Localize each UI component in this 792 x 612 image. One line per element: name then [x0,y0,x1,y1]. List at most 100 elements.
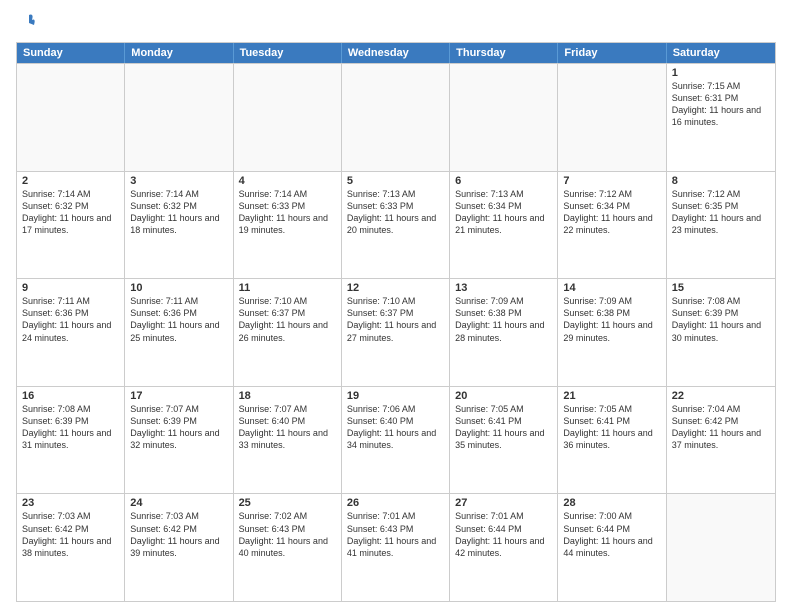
day-number: 4 [239,175,336,187]
day-info: Sunrise: 7:08 AM Sunset: 6:39 PM Dayligh… [672,295,770,344]
day-number: 24 [130,497,227,509]
logo-icon [18,12,40,34]
day-info: Sunrise: 7:15 AM Sunset: 6:31 PM Dayligh… [672,80,770,129]
day-number: 9 [22,282,119,294]
day-number: 28 [563,497,660,509]
day-cell-6: 6Sunrise: 7:13 AM Sunset: 6:34 PM Daylig… [450,172,558,279]
day-number: 23 [22,497,119,509]
day-number: 27 [455,497,552,509]
day-number: 14 [563,282,660,294]
day-cell-9: 9Sunrise: 7:11 AM Sunset: 6:36 PM Daylig… [17,279,125,386]
week-row-3: 9Sunrise: 7:11 AM Sunset: 6:36 PM Daylig… [17,278,775,386]
day-info: Sunrise: 7:13 AM Sunset: 6:33 PM Dayligh… [347,188,444,237]
day-info: Sunrise: 7:11 AM Sunset: 6:36 PM Dayligh… [130,295,227,344]
day-info: Sunrise: 7:00 AM Sunset: 6:44 PM Dayligh… [563,510,660,559]
day-number: 8 [672,175,770,187]
day-cell-23: 23Sunrise: 7:03 AM Sunset: 6:42 PM Dayli… [17,494,125,601]
day-of-week-thursday: Thursday [450,43,558,63]
day-info: Sunrise: 7:07 AM Sunset: 6:39 PM Dayligh… [130,403,227,452]
day-cell-17: 17Sunrise: 7:07 AM Sunset: 6:39 PM Dayli… [125,387,233,494]
day-info: Sunrise: 7:10 AM Sunset: 6:37 PM Dayligh… [347,295,444,344]
day-cell-empty [17,64,125,171]
day-number: 21 [563,390,660,402]
day-number: 16 [22,390,119,402]
calendar: SundayMondayTuesdayWednesdayThursdayFrid… [16,42,776,602]
day-number: 5 [347,175,444,187]
day-info: Sunrise: 7:14 AM Sunset: 6:33 PM Dayligh… [239,188,336,237]
day-cell-14: 14Sunrise: 7:09 AM Sunset: 6:38 PM Dayli… [558,279,666,386]
day-number: 25 [239,497,336,509]
day-number: 6 [455,175,552,187]
day-info: Sunrise: 7:11 AM Sunset: 6:36 PM Dayligh… [22,295,119,344]
day-info: Sunrise: 7:04 AM Sunset: 6:42 PM Dayligh… [672,403,770,452]
day-cell-20: 20Sunrise: 7:05 AM Sunset: 6:41 PM Dayli… [450,387,558,494]
day-info: Sunrise: 7:12 AM Sunset: 6:35 PM Dayligh… [672,188,770,237]
day-number: 22 [672,390,770,402]
day-cell-27: 27Sunrise: 7:01 AM Sunset: 6:44 PM Dayli… [450,494,558,601]
day-info: Sunrise: 7:01 AM Sunset: 6:44 PM Dayligh… [455,510,552,559]
calendar-body: 1Sunrise: 7:15 AM Sunset: 6:31 PM Daylig… [17,63,775,601]
day-number: 26 [347,497,444,509]
day-info: Sunrise: 7:09 AM Sunset: 6:38 PM Dayligh… [563,295,660,344]
day-info: Sunrise: 7:06 AM Sunset: 6:40 PM Dayligh… [347,403,444,452]
day-number: 12 [347,282,444,294]
day-of-week-wednesday: Wednesday [342,43,450,63]
day-number: 13 [455,282,552,294]
day-of-week-monday: Monday [125,43,233,63]
day-number: 2 [22,175,119,187]
day-number: 7 [563,175,660,187]
day-number: 20 [455,390,552,402]
day-number: 1 [672,67,770,79]
day-info: Sunrise: 7:05 AM Sunset: 6:41 PM Dayligh… [455,403,552,452]
day-info: Sunrise: 7:02 AM Sunset: 6:43 PM Dayligh… [239,510,336,559]
day-info: Sunrise: 7:10 AM Sunset: 6:37 PM Dayligh… [239,295,336,344]
day-cell-25: 25Sunrise: 7:02 AM Sunset: 6:43 PM Dayli… [234,494,342,601]
day-cell-28: 28Sunrise: 7:00 AM Sunset: 6:44 PM Dayli… [558,494,666,601]
day-number: 17 [130,390,227,402]
day-cell-empty [667,494,775,601]
day-number: 18 [239,390,336,402]
day-cell-19: 19Sunrise: 7:06 AM Sunset: 6:40 PM Dayli… [342,387,450,494]
day-number: 10 [130,282,227,294]
day-info: Sunrise: 7:05 AM Sunset: 6:41 PM Dayligh… [563,403,660,452]
header [16,16,776,34]
day-cell-4: 4Sunrise: 7:14 AM Sunset: 6:33 PM Daylig… [234,172,342,279]
page: SundayMondayTuesdayWednesdayThursdayFrid… [0,0,792,612]
day-cell-22: 22Sunrise: 7:04 AM Sunset: 6:42 PM Dayli… [667,387,775,494]
day-cell-26: 26Sunrise: 7:01 AM Sunset: 6:43 PM Dayli… [342,494,450,601]
day-info: Sunrise: 7:03 AM Sunset: 6:42 PM Dayligh… [130,510,227,559]
day-cell-empty [234,64,342,171]
day-of-week-sunday: Sunday [17,43,125,63]
day-info: Sunrise: 7:14 AM Sunset: 6:32 PM Dayligh… [130,188,227,237]
day-cell-5: 5Sunrise: 7:13 AM Sunset: 6:33 PM Daylig… [342,172,450,279]
day-cell-16: 16Sunrise: 7:08 AM Sunset: 6:39 PM Dayli… [17,387,125,494]
day-info: Sunrise: 7:07 AM Sunset: 6:40 PM Dayligh… [239,403,336,452]
day-info: Sunrise: 7:12 AM Sunset: 6:34 PM Dayligh… [563,188,660,237]
day-cell-3: 3Sunrise: 7:14 AM Sunset: 6:32 PM Daylig… [125,172,233,279]
day-cell-24: 24Sunrise: 7:03 AM Sunset: 6:42 PM Dayli… [125,494,233,601]
day-info: Sunrise: 7:13 AM Sunset: 6:34 PM Dayligh… [455,188,552,237]
day-of-week-tuesday: Tuesday [234,43,342,63]
day-cell-empty [558,64,666,171]
day-cell-10: 10Sunrise: 7:11 AM Sunset: 6:36 PM Dayli… [125,279,233,386]
day-cell-11: 11Sunrise: 7:10 AM Sunset: 6:37 PM Dayli… [234,279,342,386]
day-cell-2: 2Sunrise: 7:14 AM Sunset: 6:32 PM Daylig… [17,172,125,279]
week-row-4: 16Sunrise: 7:08 AM Sunset: 6:39 PM Dayli… [17,386,775,494]
week-row-2: 2 Sunrise: 7:14 AM Sunset: 6:32 PM Daylig… [17,171,775,279]
day-number: 19 [347,390,444,402]
day-number: 15 [672,282,770,294]
day-cell-15: 15Sunrise: 7:08 AM Sunset: 6:39 PM Dayli… [667,279,775,386]
day-number: 3 [130,175,227,187]
day-cell-empty [450,64,558,171]
logo [16,16,40,34]
day-cell-1: 1Sunrise: 7:15 AM Sunset: 6:31 PM Daylig… [667,64,775,171]
calendar-header: SundayMondayTuesdayWednesdayThursdayFrid… [17,43,775,63]
day-info: Sunrise: 7:08 AM Sunset: 6:39 PM Dayligh… [22,403,119,452]
day-cell-13: 13Sunrise: 7:09 AM Sunset: 6:38 PM Dayli… [450,279,558,386]
day-cell-empty [125,64,233,171]
day-number: 11 [239,282,336,294]
day-cell-empty [342,64,450,171]
day-info: Sunrise: 7:01 AM Sunset: 6:43 PM Dayligh… [347,510,444,559]
day-info: Sunrise: 7:09 AM Sunset: 6:38 PM Dayligh… [455,295,552,344]
week-row-1: 1Sunrise: 7:15 AM Sunset: 6:31 PM Daylig… [17,63,775,171]
